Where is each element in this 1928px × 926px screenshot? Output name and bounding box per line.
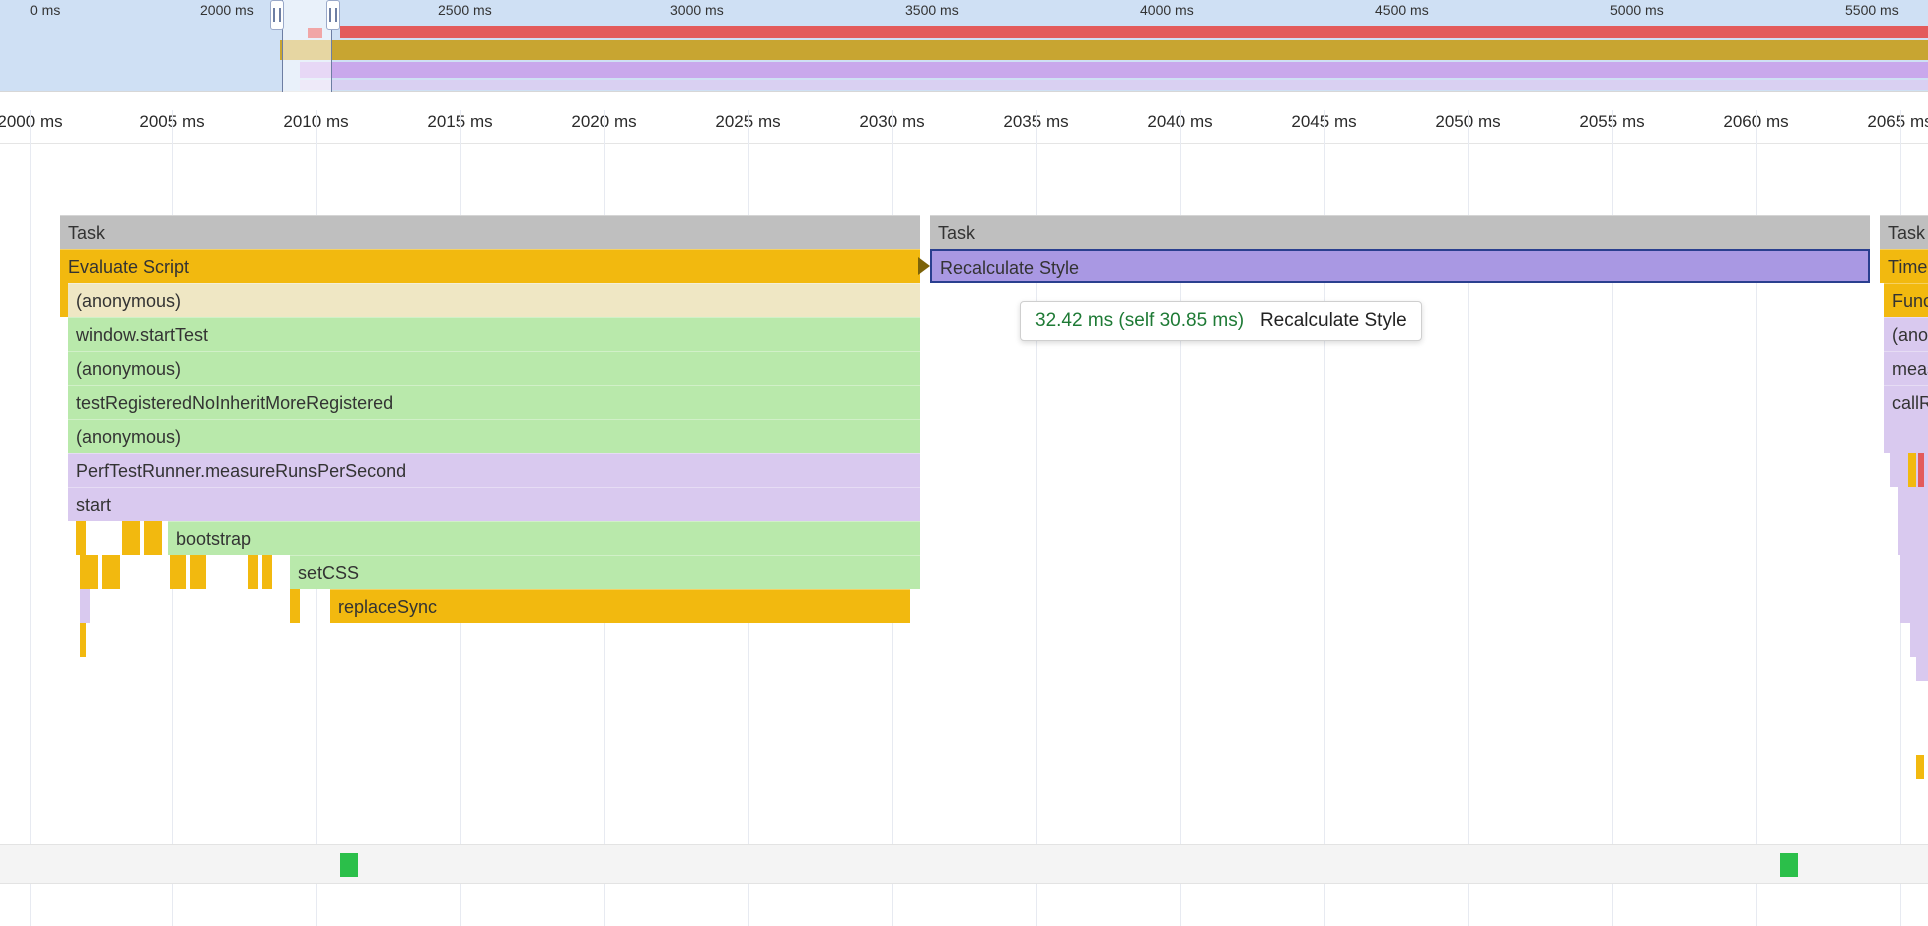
flame-setcss[interactable]: setCSS xyxy=(290,555,920,589)
frame-marker[interactable] xyxy=(1780,853,1798,877)
overview-tick: 5000 ms xyxy=(1610,0,1664,18)
flame-sliver[interactable] xyxy=(290,589,300,623)
flame-sliver[interactable] xyxy=(1900,589,1928,623)
frame-marker[interactable] xyxy=(340,853,358,877)
flame-sliver[interactable] xyxy=(262,555,272,589)
flame-sliver[interactable] xyxy=(1916,755,1924,779)
ruler-tick: 2000 ms xyxy=(0,112,63,132)
flame-sliver[interactable] xyxy=(1908,453,1916,487)
overview-handle-right[interactable] xyxy=(326,0,340,30)
tooltip-timing: 32.42 ms (self 30.85 ms) xyxy=(1035,310,1244,331)
flame-sliver[interactable] xyxy=(80,555,98,589)
tooltip-name: Recalculate Style xyxy=(1260,310,1407,331)
flame-sliver[interactable] xyxy=(102,555,120,589)
flame-chart[interactable]: Task Evaluate Script (anonymous) window.… xyxy=(0,215,1928,926)
flame-sliver[interactable] xyxy=(80,623,86,657)
overview-band-yellow xyxy=(280,40,1928,60)
flame-window-starttest[interactable]: window.startTest xyxy=(68,317,920,351)
timeline-overview[interactable]: 0 ms 2000 ms 2500 ms 3000 ms 3500 ms 400… xyxy=(0,0,1928,92)
flame-overflow-marker-icon xyxy=(918,257,930,275)
flame-sliver[interactable] xyxy=(1916,657,1928,681)
flame-task[interactable]: Task xyxy=(60,215,920,249)
flame-sliver[interactable] xyxy=(60,283,68,317)
overview-tick: 4000 ms xyxy=(1140,0,1194,18)
flame-anonymous[interactable]: (anonymous) xyxy=(68,419,920,453)
flame-replacesync[interactable]: replaceSync xyxy=(330,589,910,623)
flame-tooltip: 32.42 ms (self 30.85 ms) Recalculate Sty… xyxy=(1020,301,1422,341)
flame-sliver[interactable] xyxy=(1884,419,1928,453)
overview-tick: 4500 ms xyxy=(1375,0,1429,18)
flame-anonymous[interactable]: (anonymous) xyxy=(68,351,920,385)
overview-selection[interactable] xyxy=(282,0,332,92)
flame-bootstrap[interactable]: bootstrap xyxy=(168,521,920,555)
overview-handle-left[interactable] xyxy=(270,0,284,30)
overview-band-red xyxy=(340,26,1928,38)
flame-test-registered[interactable]: testRegisteredNoInheritMoreRegistered xyxy=(68,385,920,419)
overview-tick: 2500 ms xyxy=(438,0,492,18)
flame-task[interactable]: Task xyxy=(1880,215,1928,249)
flame-sliver[interactable] xyxy=(170,555,186,589)
flame-sliver[interactable] xyxy=(1918,453,1924,487)
flame-sliver[interactable] xyxy=(190,555,206,589)
flame-sliver[interactable] xyxy=(1900,555,1928,589)
flame-callrun[interactable]: callRun xyxy=(1884,385,1928,419)
flame-sliver[interactable] xyxy=(144,521,162,555)
overview-tick: 0 ms xyxy=(30,0,60,18)
overview-tick: 3500 ms xyxy=(905,0,959,18)
flame-anonymous[interactable]: (anonymous) xyxy=(68,283,920,317)
flame-task[interactable]: Task xyxy=(930,215,1870,249)
overview-tick: 5500 ms xyxy=(1845,0,1899,18)
ruler-tick: 2065 ms xyxy=(1867,112,1928,132)
flame-anonymous[interactable]: (anony xyxy=(1884,317,1928,351)
flame-measure[interactable]: measu xyxy=(1884,351,1928,385)
flame-recalculate-style[interactable]: Recalculate Style xyxy=(930,249,1870,283)
overview-tick: 2000 ms xyxy=(200,0,254,18)
flame-sliver[interactable] xyxy=(80,589,90,623)
flame-sliver[interactable] xyxy=(1898,521,1928,555)
flame-sliver[interactable] xyxy=(1910,623,1928,657)
flame-timer-fired[interactable]: Timer F xyxy=(1880,249,1928,283)
flame-sliver[interactable] xyxy=(1898,487,1928,521)
overview-band-purple xyxy=(300,62,1928,78)
flame-function[interactable]: Functio xyxy=(1884,283,1928,317)
flame-sliver[interactable] xyxy=(76,521,86,555)
overview-band-lavender xyxy=(300,80,1928,90)
flame-measure-runs[interactable]: PerfTestRunner.measureRunsPerSecond xyxy=(68,453,920,487)
flame-start[interactable]: start xyxy=(68,487,920,521)
bottom-track[interactable] xyxy=(0,844,1928,884)
flame-evaluate-script[interactable]: Evaluate Script xyxy=(60,249,920,283)
detail-ruler[interactable]: 2000 ms 2005 ms 2010 ms 2015 ms 2020 ms … xyxy=(0,110,1928,144)
flame-sliver[interactable] xyxy=(248,555,258,589)
overview-tick: 3000 ms xyxy=(670,0,724,18)
flame-sliver[interactable] xyxy=(122,521,140,555)
